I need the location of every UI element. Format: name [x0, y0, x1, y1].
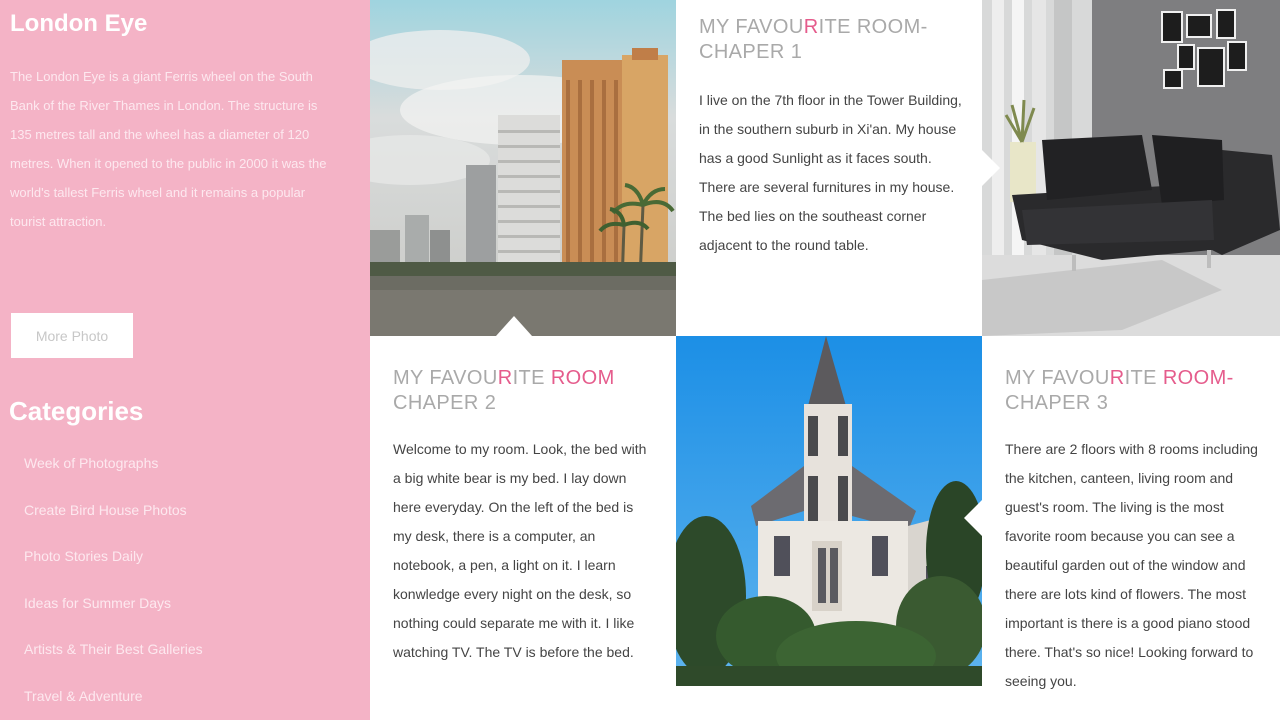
chapter-1-heading: MY FAVOURITE ROOM- CHAPER 1 [699, 16, 928, 63]
pointer-arrow [964, 500, 982, 536]
chapter-1-body: I live on the 7th floor in the Tower Bui… [699, 92, 962, 253]
categories-title: Categories [9, 396, 144, 426]
chapter-2-body: Welcome to my room. Look, the bed with a… [393, 441, 647, 660]
category-link[interactable]: Travel & Adventure [24, 688, 203, 720]
pointer-arrow [982, 150, 1000, 186]
victorian-house-photo [676, 336, 982, 686]
chapter-2-card: MY FAVOURITE ROOM CHAPER 2 Welcome to my… [370, 336, 676, 720]
spacer [676, 686, 982, 720]
sidebar-title: London Eye [10, 10, 148, 37]
sidebar-description: The London Eye is a giant Ferris wheel o… [10, 69, 327, 229]
chapter-3-body: There are 2 floors with 8 rooms includin… [1005, 441, 1258, 689]
chapter-2-heading: MY FAVOURITE ROOM CHAPER 2 [393, 367, 615, 414]
city-skyline-photo [370, 0, 676, 336]
categories-list: Week of Photographs Create Bird House Ph… [24, 455, 203, 720]
category-link[interactable]: Ideas for Summer Days [24, 595, 203, 642]
category-link[interactable]: Artists & Their Best Galleries [24, 641, 203, 688]
victorian-house-photo-tile [676, 336, 982, 686]
living-room-photo [982, 0, 1280, 336]
chapter-3-card: MY FAVOURITE ROOM- CHAPER 3 There are 2 … [982, 336, 1280, 720]
pointer-arrow [496, 316, 532, 336]
category-link[interactable]: Create Bird House Photos [24, 502, 203, 549]
category-link[interactable]: Week of Photographs [24, 455, 203, 502]
living-room-photo-tile [982, 0, 1280, 336]
chapter-1-card: MY FAVOURITE ROOM- CHAPER 1 I live on th… [676, 0, 982, 336]
sidebar: London Eye The London Eye is a giant Fer… [0, 0, 370, 720]
city-skyline-photo-tile [370, 0, 676, 336]
category-link[interactable]: Photo Stories Daily [24, 548, 203, 595]
more-photo-button[interactable]: More Photo [11, 313, 133, 358]
chapter-3-heading: MY FAVOURITE ROOM- CHAPER 3 [1005, 367, 1234, 414]
